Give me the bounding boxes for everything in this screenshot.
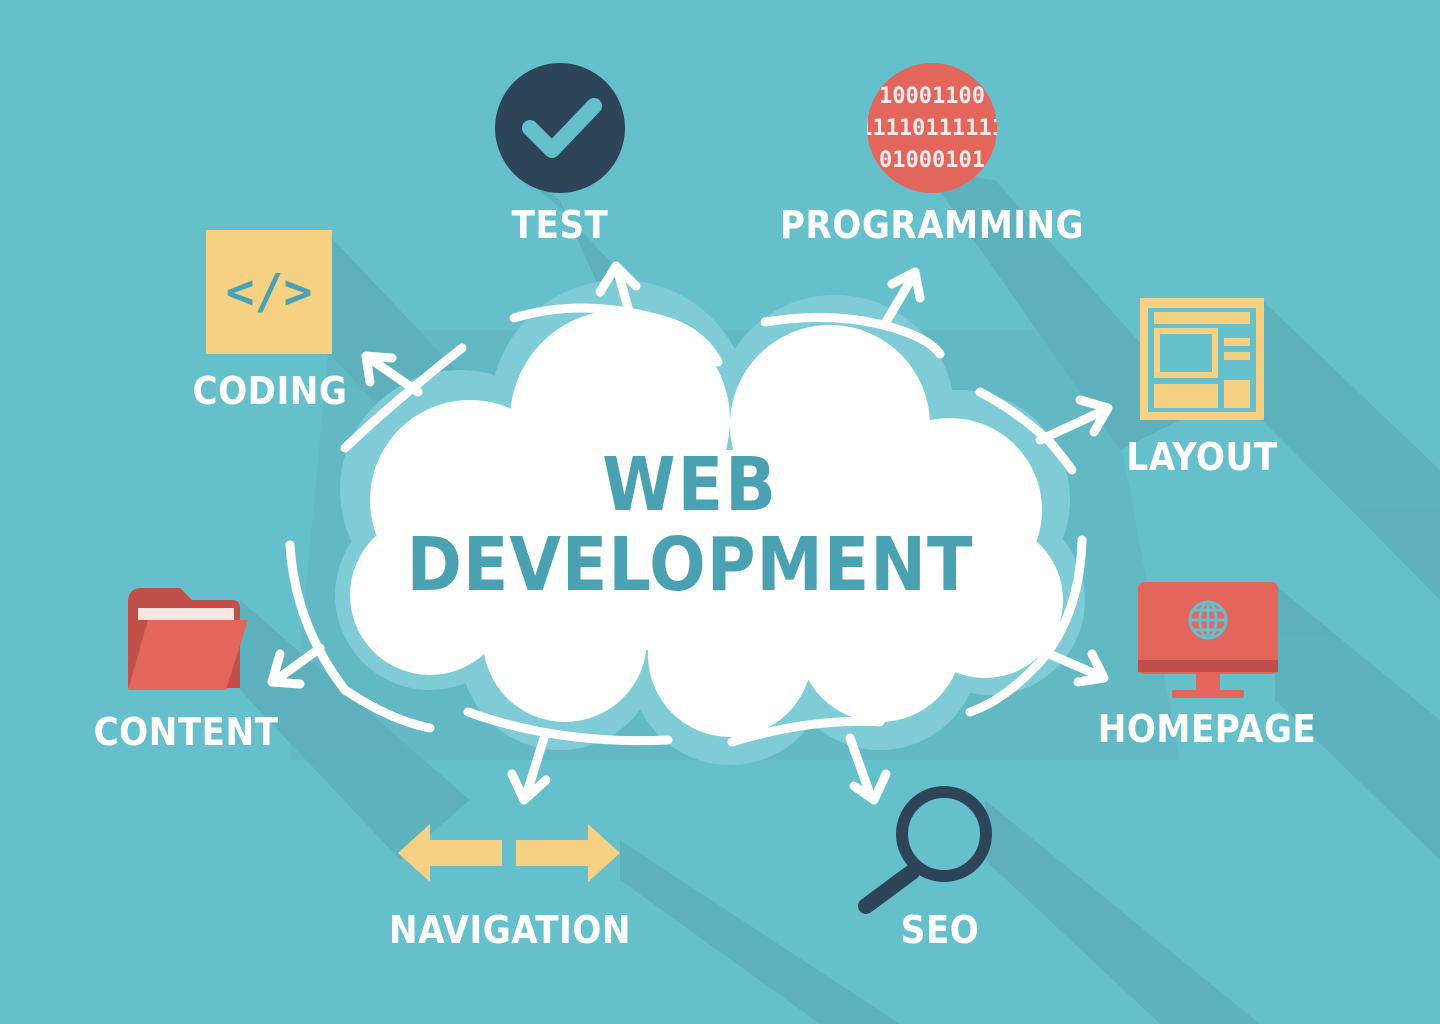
diagram-title-line-2: DEVELOPMENT — [406, 522, 974, 608]
label-navigation: NAVIGATION — [389, 908, 631, 952]
binary-line-2: 11110111111 — [859, 116, 1005, 141]
label-programming: PROGRAMMING — [779, 203, 1085, 247]
diagram-title-line-1: WEB — [602, 442, 778, 528]
code-tag-icon: </> — [206, 230, 332, 354]
binary-line-1: 10001100 — [879, 84, 985, 109]
label-homepage: HOMEPAGE — [1097, 707, 1317, 751]
binary-line-3: 01000101 — [879, 148, 985, 173]
code-glyph: </> — [226, 264, 313, 320]
checkmark-icon — [495, 63, 625, 193]
folder-icon — [128, 588, 248, 690]
label-content: CONTENT — [93, 710, 279, 754]
web-development-diagram: 10001100 11110111111 01000101 </> WEB DE… — [0, 0, 1440, 1024]
layout-wireframe-icon — [1140, 298, 1264, 420]
label-seo: SEO — [900, 908, 980, 952]
label-test: TEST — [511, 203, 609, 247]
binary-code-icon: 10001100 11110111111 01000101 — [859, 63, 1005, 193]
label-layout: LAYOUT — [1126, 435, 1278, 479]
label-coding: CODING — [192, 369, 348, 413]
magnifier-icon — [858, 786, 992, 914]
